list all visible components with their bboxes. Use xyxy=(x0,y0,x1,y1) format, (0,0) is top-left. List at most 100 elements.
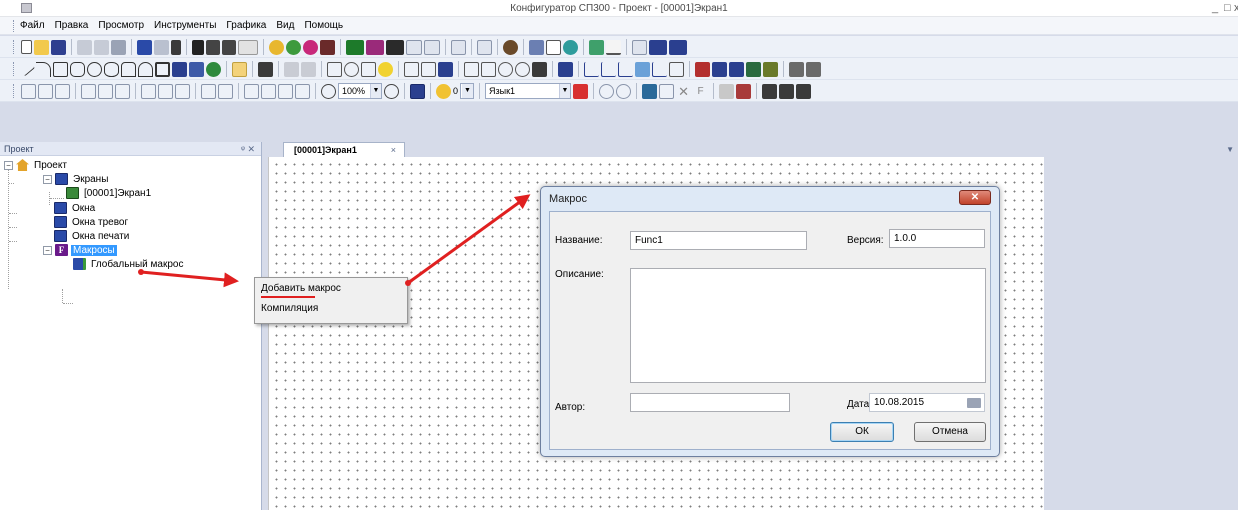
grid-icon[interactable] xyxy=(729,61,744,77)
numeric-list-icon[interactable] xyxy=(451,39,466,55)
tag-remove-icon[interactable] xyxy=(736,83,752,99)
send-back-icon[interactable] xyxy=(295,83,310,99)
tab-close-icon[interactable]: × xyxy=(391,143,396,157)
undo-icon[interactable] xyxy=(137,39,152,55)
grid2-icon[interactable] xyxy=(746,61,761,77)
switch-icon[interactable] xyxy=(303,39,318,55)
tree-node-print-windows[interactable]: Окна печати xyxy=(54,229,131,243)
tab-list-icon[interactable]: ▼ xyxy=(1226,145,1234,154)
window-icon[interactable] xyxy=(546,39,561,55)
hand-icon[interactable] xyxy=(436,83,451,99)
frame-icon[interactable] xyxy=(155,61,170,77)
sector-icon[interactable] xyxy=(138,61,153,77)
table-icon[interactable] xyxy=(695,61,710,77)
upload-icon[interactable] xyxy=(659,83,675,99)
calendar-icon[interactable] xyxy=(967,397,981,408)
lamp-icon[interactable] xyxy=(269,39,284,55)
redo-icon[interactable] xyxy=(154,39,169,55)
menu-edit[interactable]: Правка xyxy=(55,20,89,31)
fan-icon[interactable] xyxy=(515,61,530,77)
dialog-close-button[interactable]: ✕ xyxy=(959,190,991,205)
menu-file[interactable]: Файл xyxy=(20,20,45,31)
menu-graphics[interactable]: Графика xyxy=(226,20,266,31)
menu-tools[interactable]: Инструменты xyxy=(154,20,216,31)
clock-icon[interactable] xyxy=(344,61,359,77)
image-icon[interactable] xyxy=(172,61,187,77)
minimize-button[interactable]: _ xyxy=(1212,2,1218,14)
align-icon[interactable] xyxy=(284,61,299,77)
record-icon[interactable] xyxy=(573,83,589,99)
collapse-icon[interactable]: − xyxy=(43,174,52,184)
align-center-icon[interactable] xyxy=(38,83,53,99)
cut-icon[interactable] xyxy=(77,39,92,55)
bring-front-icon[interactable] xyxy=(278,83,293,99)
align-left-icon[interactable] xyxy=(21,83,36,99)
bar-chart2-icon[interactable] xyxy=(669,39,687,55)
grid-toggle-icon[interactable] xyxy=(410,83,425,99)
same-height-icon[interactable] xyxy=(218,83,233,99)
ellipse-icon[interactable] xyxy=(104,61,119,77)
indicator-value-icon[interactable] xyxy=(477,39,492,55)
align2-icon[interactable] xyxy=(301,61,316,77)
ungroup-icon[interactable] xyxy=(261,83,276,99)
motor-icon[interactable] xyxy=(498,61,513,77)
menu-view2[interactable]: Вид xyxy=(276,20,294,31)
numeric-input-icon[interactable] xyxy=(366,39,384,55)
font-size-up-icon[interactable] xyxy=(206,39,220,55)
grid3-icon[interactable] xyxy=(763,61,778,77)
menu-help[interactable]: Помощь xyxy=(304,20,343,31)
trend3-icon[interactable] xyxy=(618,61,633,77)
ok-button[interactable]: ОК xyxy=(830,422,894,442)
text-display-icon[interactable] xyxy=(424,39,440,55)
open-folder-icon[interactable] xyxy=(34,39,49,55)
tank-icon[interactable] xyxy=(558,61,573,77)
line-bar-icon[interactable] xyxy=(606,39,621,55)
indicator-icon[interactable] xyxy=(286,39,301,55)
scale-icon[interactable] xyxy=(669,61,684,77)
table2-icon[interactable] xyxy=(712,61,727,77)
tab-screen1[interactable]: [00001]Экран1 × xyxy=(283,142,405,157)
download-icon[interactable] xyxy=(642,83,658,99)
group-icon[interactable] xyxy=(244,83,259,99)
slider-icon[interactable] xyxy=(404,61,419,77)
close-button[interactable]: x xyxy=(1234,2,1238,14)
align-top-icon[interactable] xyxy=(81,83,96,99)
text-box-icon[interactable] xyxy=(238,39,258,55)
layer-select[interactable]: ▼ xyxy=(460,83,475,99)
name-field[interactable]: Func1 xyxy=(630,231,807,250)
zoom-in-icon[interactable] xyxy=(384,83,399,99)
paste-icon[interactable] xyxy=(111,39,126,55)
library-icon[interactable] xyxy=(762,83,778,99)
zoom-select[interactable]: 100% ▼ xyxy=(338,83,382,99)
menu-item-add-macro[interactable]: Добавить макрос xyxy=(261,283,341,294)
line-icon[interactable] xyxy=(19,61,36,77)
pin-icon[interactable]: ᵠ xyxy=(241,144,245,154)
online-icon[interactable] xyxy=(616,83,632,99)
maximize-button[interactable]: □ xyxy=(1224,2,1231,14)
collapse-icon[interactable]: − xyxy=(43,245,52,255)
tag-icon[interactable] xyxy=(719,83,735,99)
new-file-icon[interactable] xyxy=(21,40,32,54)
tree-node-global-macro[interactable]: Глобальный макрос xyxy=(73,257,185,271)
menu-item-compile[interactable]: Компиляция xyxy=(261,303,318,314)
gauge-icon[interactable] xyxy=(361,61,376,77)
gear-icon[interactable] xyxy=(589,39,604,55)
circle-icon[interactable] xyxy=(87,61,102,77)
polygon-icon[interactable] xyxy=(121,61,136,77)
collapse-icon[interactable]: − xyxy=(4,160,13,170)
tools2-icon[interactable] xyxy=(806,61,821,77)
rounded-rect-icon[interactable] xyxy=(70,61,85,77)
description-field[interactable] xyxy=(630,268,986,383)
numeric-display-icon[interactable] xyxy=(346,39,364,55)
tools-icon[interactable] xyxy=(789,61,804,77)
arc-icon[interactable] xyxy=(36,61,51,77)
palette-icon[interactable] xyxy=(503,39,518,55)
tree-node-project[interactable]: − Проект xyxy=(4,158,69,172)
delete-icon[interactable]: ✕ xyxy=(676,84,691,99)
copy-icon[interactable] xyxy=(94,39,109,55)
distribute-v-icon[interactable] xyxy=(158,83,173,99)
font-size-down-icon[interactable] xyxy=(222,39,236,55)
language-select[interactable]: Язык1 ▼ xyxy=(485,83,572,99)
menu-view[interactable]: Просмотр xyxy=(98,20,144,31)
thermometer-icon[interactable] xyxy=(421,61,436,77)
